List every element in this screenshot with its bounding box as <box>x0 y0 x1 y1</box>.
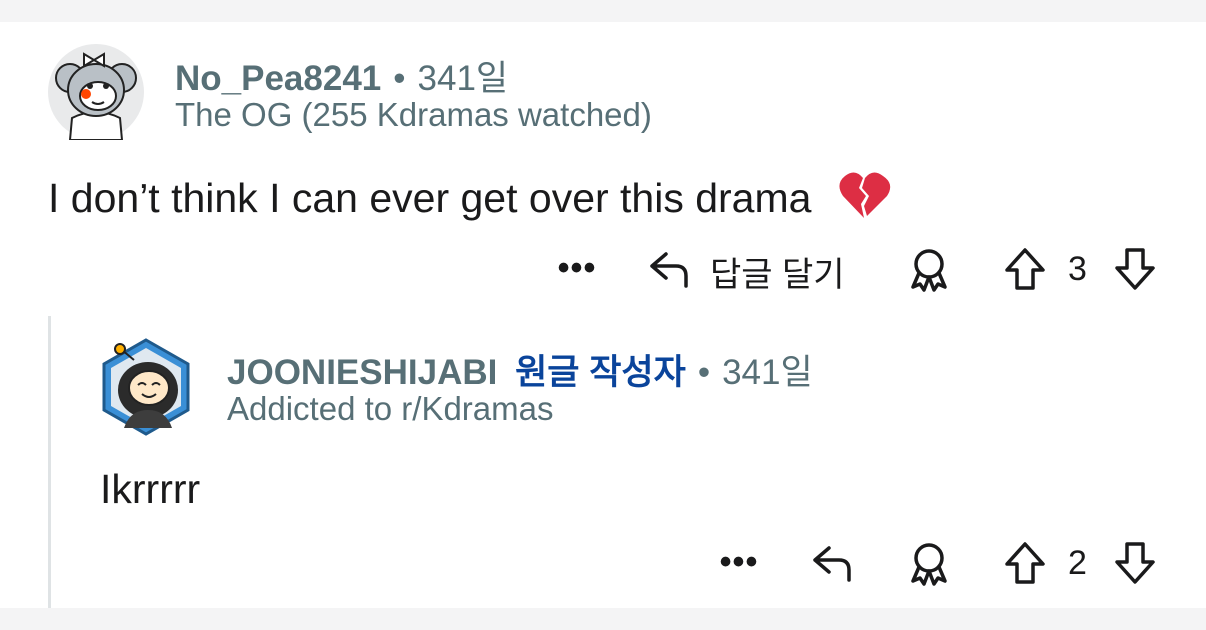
upvote-button[interactable] <box>1000 244 1050 294</box>
separator-dot: • <box>697 353 711 392</box>
comment-timestamp: 341일 <box>417 59 509 98</box>
broken-heart-icon <box>837 170 891 230</box>
username-link[interactable]: JOONIESHIJABI <box>227 353 497 392</box>
award-icon <box>906 246 952 292</box>
downvote-arrow-icon <box>1113 540 1157 586</box>
award-button[interactable] <box>903 538 955 588</box>
username-link[interactable]: No_Pea8241 <box>175 59 381 98</box>
comment-2-header: JOONIESHIJABI 원글 작성자 • 341일 <box>227 344 813 395</box>
award-button[interactable] <box>903 244 955 294</box>
comment-body-text: I don’t think I can ever get over this d… <box>48 175 812 221</box>
comment-1-header: No_Pea8241 • 341일 <box>175 50 508 101</box>
downvote-button[interactable] <box>1110 244 1160 294</box>
separator-dot: • <box>393 59 406 98</box>
comment-body: I don’t think I can ever get over this d… <box>48 170 891 230</box>
more-options-button[interactable]: ••• <box>552 248 602 288</box>
user-flair: The OG (255 Kdramas watched) <box>175 96 652 133</box>
reply-button[interactable] <box>808 538 858 586</box>
top-divider-band <box>0 0 1206 22</box>
downvote-arrow-icon <box>1113 246 1157 292</box>
reply-arrow-icon <box>648 246 692 290</box>
more-options-button[interactable]: ••• <box>714 542 764 582</box>
reply-label[interactable]: 답글 달기 <box>710 247 845 296</box>
vote-count: 3 <box>1068 250 1087 288</box>
thread-line[interactable] <box>48 316 51 608</box>
upvote-arrow-icon <box>1003 540 1047 586</box>
bottom-divider-band <box>0 608 1206 630</box>
op-tag: 원글 작성자 <box>515 353 686 392</box>
avatar-no-pea8241[interactable] <box>48 44 144 141</box>
vote-count: 2 <box>1068 544 1087 582</box>
upvote-arrow-icon <box>1003 246 1047 292</box>
avatar-joonieshijabi[interactable] <box>100 338 192 436</box>
award-icon <box>906 540 952 586</box>
comment-timestamp: 341일 <box>722 353 813 392</box>
reply-button[interactable] <box>645 244 695 292</box>
upvote-button[interactable] <box>1000 538 1050 588</box>
downvote-button[interactable] <box>1110 538 1160 588</box>
comment-body-text: Ikrrrrr <box>100 466 201 512</box>
reply-arrow-icon <box>811 540 855 584</box>
user-flair: Addicted to r/Kdramas <box>227 390 554 427</box>
